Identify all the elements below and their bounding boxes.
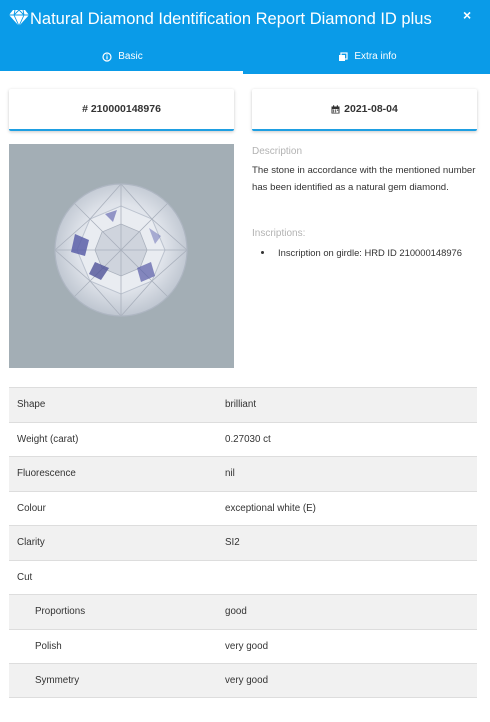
table-row-polish: Polish very good [9, 628, 477, 664]
row-value: 0.27030 ct [225, 433, 271, 445]
details-table: Shape brilliant Weight (carat) 0.27030 c… [9, 387, 477, 698]
table-row-proportions: Proportions good [9, 594, 477, 629]
row-value: nil [225, 468, 235, 479]
row-key: Proportions [35, 606, 86, 617]
table-row-weight: Weight (carat) 0.27030 ct [9, 421, 477, 457]
description-text: The stone in accordance with the mention… [252, 165, 476, 193]
row-key: Symmetry [35, 675, 80, 686]
inscription-item: Inscription on girdle: HRD ID 2100001489… [261, 247, 462, 258]
inscription-text: Inscription on girdle: HRD ID 2100001489… [278, 247, 462, 258]
row-value: SI2 [225, 537, 240, 548]
close-icon[interactable]: × [463, 7, 471, 23]
diamond-icon [9, 9, 29, 27]
tab-extra-info-label: Extra info [354, 51, 397, 62]
row-key: Clarity [17, 537, 45, 548]
report-date-card: 2021-08-04 [252, 89, 477, 131]
calendar-icon [331, 104, 340, 113]
table-row-cut: Cut [9, 559, 477, 595]
row-value: very good [225, 675, 269, 686]
app-header: Natural Diamond Identification Report Di… [0, 0, 490, 74]
tab-extra-info[interactable]: Extra info [245, 44, 490, 74]
table-row-colour: Colour exceptional white (E) [9, 490, 477, 526]
row-key: Colour [17, 502, 46, 514]
row-key: Cut [17, 571, 33, 583]
active-tab-indicator [0, 71, 243, 74]
description-label: Description [252, 146, 303, 157]
table-row-symmetry: Symmetry very good [9, 663, 477, 698]
tab-basic-label: Basic [118, 51, 143, 62]
row-value: good [225, 606, 247, 617]
title-bar: Natural Diamond Identification Report Di… [0, 0, 490, 37]
copy-icon [339, 51, 348, 61]
row-value: exceptional white (E) [225, 502, 316, 514]
row-key: Shape [17, 399, 46, 410]
inscriptions-label: Inscriptions: [252, 228, 306, 239]
table-row-clarity: Clarity SI2 [9, 525, 477, 560]
report-title: Natural Diamond Identification Report Di… [30, 10, 432, 28]
table-row-fluorescence: Fluorescence nil [9, 456, 477, 491]
row-key: Fluorescence [17, 468, 76, 479]
tab-basic[interactable]: Basic [0, 44, 245, 74]
table-row-shape: Shape brilliant [9, 387, 477, 422]
report-date: 2021-08-04 [344, 103, 398, 115]
report-number-card: # 210000148976 [9, 89, 234, 131]
info-circle-icon [102, 51, 112, 62]
report-number: # 210000148976 [82, 103, 161, 115]
row-value: very good [225, 640, 269, 652]
row-key: Polish [35, 640, 62, 652]
row-value: brilliant [225, 399, 257, 410]
row-key: Weight (carat) [17, 433, 79, 445]
diamond-photo [9, 144, 234, 368]
